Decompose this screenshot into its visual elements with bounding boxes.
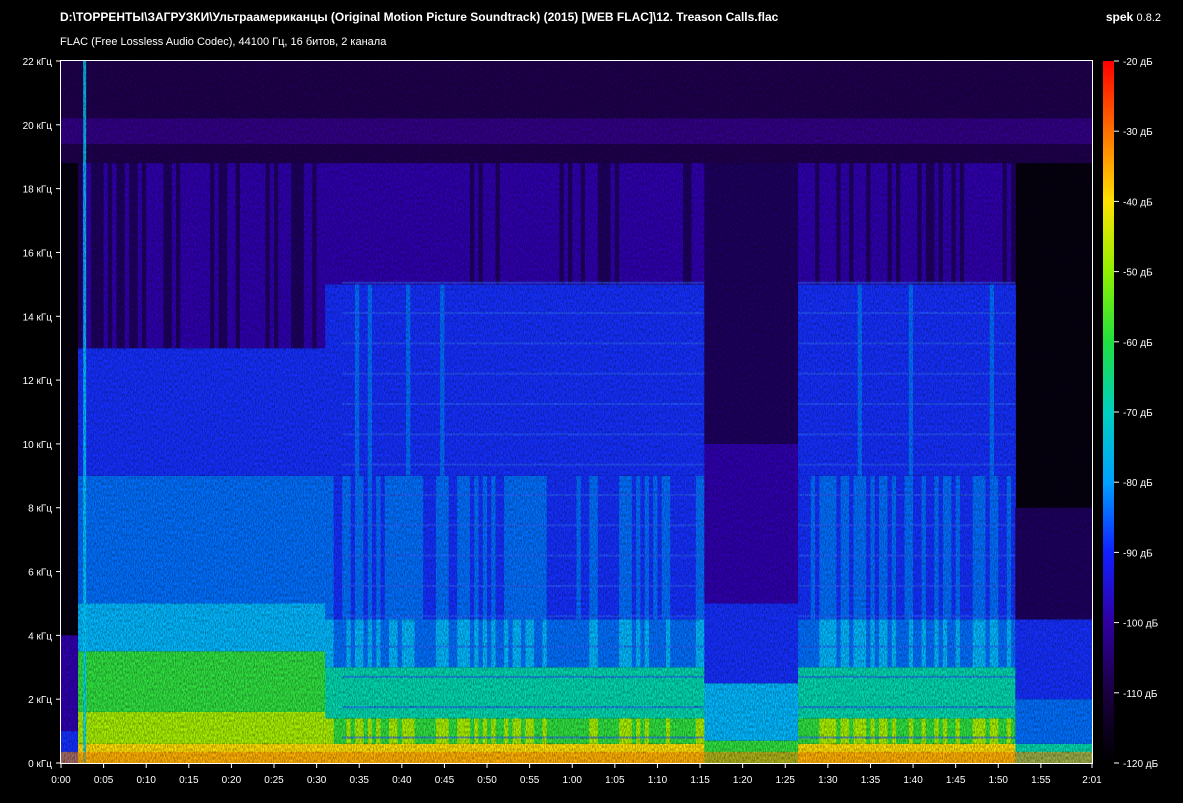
x-tick-label: 1:50: [989, 775, 1009, 786]
x-tick-label: 1:00: [563, 775, 583, 786]
noise-texture: [61, 61, 1092, 763]
y-tick-label: 8 кГц: [28, 504, 52, 515]
x-tick-label: 1:05: [605, 775, 625, 786]
x-tick-label: 0:40: [392, 775, 412, 786]
colorbar-tick-label: -70 дБ: [1123, 408, 1153, 419]
y-tick-label: 18 кГц: [23, 185, 53, 196]
colorbar-tick-label: -50 дБ: [1123, 268, 1153, 279]
x-tick-label: 0:45: [435, 775, 455, 786]
colorbar-tick-label: -40 дБ: [1123, 197, 1153, 208]
x-tick-label: 1:10: [648, 775, 668, 786]
x-tick-label: 1:25: [776, 775, 796, 786]
x-tick-label: 0:05: [94, 775, 114, 786]
x-tick-label: 0:50: [477, 775, 497, 786]
x-tick-label: 0:30: [307, 775, 327, 786]
colorbar-tick-label: -80 дБ: [1123, 478, 1153, 489]
spectrogram-chart: 0:00 0:05 0:10 0:15 0:20 0:25 0:30 0:35 0:40 0:45…: [23, 57, 1159, 786]
colorbar-tick-label: -60 дБ: [1123, 338, 1153, 349]
y-tick-label: 20 кГц: [23, 121, 53, 132]
decibel-colorbar: -20 дБ -30 дБ -40 дБ -50 дБ -60 дБ -70 дБ -80 …: [1103, 57, 1159, 770]
y-tick-label: 6 кГц: [28, 568, 52, 579]
x-tick-label: 0:25: [264, 775, 284, 786]
y-tick-label: 16 кГц: [23, 248, 53, 259]
colorbar-tick-label: -100 дБ: [1123, 619, 1159, 630]
y-tick-label: 14 кГц: [23, 312, 53, 323]
y-tick-label: 4 кГц: [28, 631, 52, 642]
x-tick-label: 0:20: [222, 775, 242, 786]
x-tick-label: 0:00: [51, 775, 71, 786]
colorbar-gradient: [1103, 61, 1114, 763]
x-tick-label: 1:15: [690, 775, 710, 786]
y-tick-label: 10 кГц: [23, 440, 53, 451]
colorbar-tick-label: -30 дБ: [1123, 127, 1153, 138]
x-tick-label: 1:30: [818, 775, 838, 786]
x-tick-label: 1:55: [1031, 775, 1051, 786]
frequency-axis: 0 кГц 2 кГц 4 кГц 6 кГц 8 кГц 10 кГц 12 кГц 14 …: [23, 57, 61, 770]
time-axis: 0:00 0:05 0:10 0:15 0:20 0:25 0:30 0:35 0:40 0:45…: [51, 763, 1102, 786]
y-tick-label: 2 кГц: [28, 695, 52, 706]
x-tick-label: 0:35: [349, 775, 369, 786]
x-tick-label: 1:35: [861, 775, 881, 786]
y-tick-label: 22 кГц: [23, 57, 53, 68]
x-tick-label: 1:20: [733, 775, 753, 786]
y-tick-label: 12 кГц: [23, 376, 53, 387]
x-tick-label: 2:01: [1082, 775, 1102, 786]
colorbar-tick-label: -110 дБ: [1123, 689, 1158, 700]
y-tick-label: 0 кГц: [28, 759, 52, 770]
spectrogram-image: [61, 61, 1093, 763]
colorbar-tick-label: -120 дБ: [1123, 759, 1159, 770]
x-tick-label: 0:10: [136, 775, 156, 786]
colorbar-tick-label: -90 дБ: [1123, 548, 1153, 559]
colorbar-tick-label: -20 дБ: [1123, 57, 1153, 68]
x-tick-label: 1:45: [946, 775, 966, 786]
x-tick-label: 1:40: [903, 775, 923, 786]
x-tick-label: 0:55: [520, 775, 540, 786]
x-tick-label: 0:15: [179, 775, 199, 786]
